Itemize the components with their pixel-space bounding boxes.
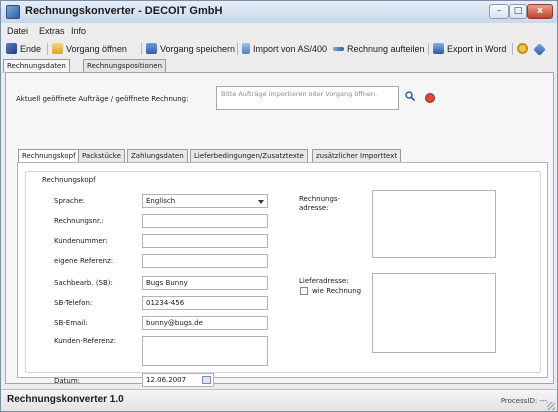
language-value: Englisch [146,197,176,205]
own-reference-field[interactable] [142,254,268,268]
split-invoice-label: Rechnung aufteilen [347,44,425,54]
tab-rechnungskopf[interactable]: Rechnungskopf [18,149,80,163]
import-icon [242,43,250,54]
clerk-phone-field[interactable]: 01234-456 [142,296,268,310]
customer-number-field[interactable] [142,234,268,248]
clerk-field[interactable]: Bugs Bunny [142,276,268,290]
resize-grip-icon[interactable] [547,402,555,410]
help-diamond-icon [533,43,546,56]
customer-number-label: Kundenummer: [54,237,108,245]
toolbar-separator [47,43,48,55]
billing-address-field[interactable] [372,190,496,258]
minimize-button[interactable]: – [489,4,509,19]
clear-icon[interactable] [425,93,435,103]
tab-packstuecke[interactable]: Packstücke [78,149,125,162]
end-label: Ende [20,44,42,54]
open-case-label: Vorgang öffnen [66,44,127,54]
delivery-address-field[interactable] [372,273,496,353]
clerk-email-label: SB-Email: [54,319,88,327]
language-label: Sprache: [54,197,86,205]
toolbar-separator [141,43,142,55]
date-value: 12.06.2007 [146,376,187,384]
window-title: Rechnungskonverter - DECOIT GmbH [25,5,223,17]
toolbar: Ende Vorgang öffnen Vorgang speichern Im… [1,40,557,58]
open-orders-field[interactable]: Bitte Aufträge importieren oder Vorgang … [216,86,399,110]
invoice-number-label: Rechnungsnr.: [54,217,104,225]
own-reference-label: eigene Referenz: [54,257,114,265]
main-window: Rechnungskonverter - DECOIT GmbH – □ x D… [0,0,558,412]
clerk-phone-label: SB-Telefon: [54,299,93,307]
import-as400-button[interactable]: Import von AS/400 [242,42,327,56]
export-word-button[interactable]: Export in Word [433,42,506,56]
delivery-address-label: Lieferadresse: [299,277,349,285]
tab-rechnungspositionen[interactable]: Rechnungspositionen [83,59,167,72]
customer-reference-label: Kunden-Referenz: [54,337,116,345]
date-label: Datum: [54,377,81,385]
save-case-label: Vorgang speichern [160,44,236,54]
status-process-id: ProcessID: --- [500,397,547,405]
menu-item-datei[interactable]: Datei [7,26,28,36]
customer-reference-field[interactable] [142,336,268,366]
toolbar-separator [428,43,429,55]
maximize-button[interactable]: □ [509,4,527,19]
invoice-data-panel: Aktuell geöffnete Aufträge / geöffnete R… [5,72,554,387]
status-bar: Rechnungskonverter 1.0 ProcessID: --- [1,389,557,411]
language-select[interactable]: Englisch [142,194,268,208]
split-invoice-button[interactable]: Rechnung aufteilen [333,42,425,56]
toolbar-separator [512,43,513,55]
title-bar[interactable]: Rechnungskonverter - DECOIT GmbH – □ x [1,1,557,23]
settings-icon [517,43,528,54]
tab-zahlungsdaten[interactable]: Zahlungsdaten [127,149,188,162]
status-app-version: Rechnungskonverter 1.0 [7,394,124,405]
settings-button[interactable] [517,42,531,56]
group-title: Rechnungskopf [40,176,98,184]
menu-bar: Datei Extras Info [1,24,557,38]
menu-item-info[interactable]: Info [71,26,86,36]
menu-item-extras[interactable]: Extras [39,26,65,36]
folder-open-icon [52,43,63,54]
search-icon[interactable] [405,91,415,101]
open-case-button[interactable]: Vorgang öffnen [52,42,127,56]
exit-icon [6,43,17,54]
tab-zusaetzlicher-importtext[interactable]: zusätzlicher Importtext [312,149,402,162]
end-button[interactable]: Ende [6,42,41,56]
close-button[interactable]: x [527,4,553,19]
same-as-invoice-checkbox[interactable] [300,287,308,295]
date-picker[interactable]: 12.06.2007 [142,373,214,387]
export-word-label: Export in Word [447,44,507,54]
invoice-number-field[interactable] [142,214,268,228]
tab-rechnungsdaten[interactable]: Rechnungsdaten [3,59,70,73]
word-icon [433,43,444,54]
import-as400-label: Import von AS/400 [253,44,328,54]
invoice-header-group: Rechnungskopf Sprache: Englisch Rechnung… [25,171,541,387]
chevron-down-icon [258,200,264,204]
split-arrow-icon [333,47,344,51]
billing-address-label: Rechnungs- adresse: [299,195,341,212]
save-case-button[interactable]: Vorgang speichern [146,42,235,56]
open-orders-label: Aktuell geöffnete Aufträge / geöffnete R… [16,95,189,103]
tab-lieferbedingungen[interactable]: Lieferbedingungen/Zusatztexte [190,149,308,162]
calendar-icon[interactable] [202,376,211,384]
help-button[interactable] [533,42,547,56]
clerk-label: Sachbearb. (SB): [54,279,113,287]
toolbar-separator [237,43,238,55]
clerk-email-field[interactable]: bunny@bugs.de [142,316,268,330]
save-icon [146,43,157,54]
same-as-invoice-label: wie Rechnung [312,287,362,295]
app-icon [6,5,20,19]
invoice-header-panel: Rechnungskopf Sprache: Englisch Rechnung… [17,162,548,387]
